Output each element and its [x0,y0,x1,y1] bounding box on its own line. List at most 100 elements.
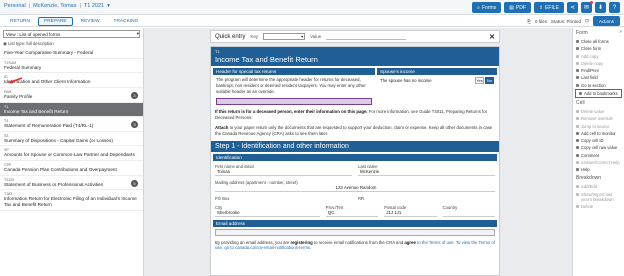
status-label: Status: Printed [550,18,582,24]
list-item[interactable]: T1SUM Federal Summary [0,59,143,74]
form-name: Identification and Other Client Informat… [4,79,91,85]
list-item[interactable]: FAM Family Profile 3 [0,88,143,103]
list-item[interactable]: T183 Information Return for Electronic F… [0,190,143,211]
tab-review[interactable]: REVIEW [75,17,106,26]
form-name: Five-Year Comparative Summary - Federal [4,50,94,55]
client-name[interactable]: McKenzie, Tomas [33,3,76,9]
forms-button[interactable]: ⌕ Forms [472,2,502,13]
close-icon[interactable]: ✕ [489,33,495,41]
copy-cell-raw-value-item[interactable]: Copy cell raw value [573,144,624,151]
help-item[interactable]: Help [573,166,624,173]
form-name: Family Profile [4,93,33,99]
spouse-income-box: Spouse's income The spouse has no income… [377,68,497,107]
postal-code-field[interactable]: J1J 1J1 [384,210,437,217]
breadcrumb-separator: | [28,3,31,9]
add-copy-item[interactable]: Add copy [573,53,624,60]
identification-heading: Identification [213,153,497,161]
list-item[interactable]: T2125 Statement of Business or Professio… [0,176,143,191]
download-icon[interactable]: ⬇ [595,2,606,13]
list-item[interactable]: Five-Year Comparative Summary - Federal [0,48,143,59]
chevron-down-icon: ▾ [136,31,139,36]
view-select[interactable]: View : List of opened forms ▾ [3,30,140,38]
return-selector[interactable]: T1 2021 [84,3,104,9]
copy-cell-id-item[interactable]: Copy cell ID [573,137,624,144]
email-input[interactable] [215,228,495,236]
files-count[interactable]: 0 files [535,19,547,24]
list-item[interactable]: S3 Summary of Dispositions - Capital Gai… [0,132,143,147]
find-prev-item[interactable]: Find/Prev [573,67,624,74]
jump-to-source-item[interactable]: Jump to source [573,123,624,130]
tab-prepare[interactable]: PREPARE [38,17,73,26]
help-icon[interactable]: ? [609,2,620,13]
answer-correct-help-item[interactable]: Answer/Correct Help [573,159,624,166]
quick-entry-bar: Quick entry Key ▾ Value ✕ [210,30,500,43]
key-select[interactable]: ▾ [263,33,306,40]
first-name-field[interactable]: Tomas [215,169,352,176]
header-override-input[interactable] [216,98,372,106]
close-all-forms-item[interactable]: Close all forms [573,38,624,45]
value-input[interactable] [326,33,407,40]
province-field[interactable]: QC [325,210,379,217]
key-label: Key [250,34,259,39]
no-option[interactable]: No [485,77,494,84]
close-form-item[interactable]: Close form [573,45,624,52]
header-section: Header for special tax returns The progr… [213,68,497,107]
yes-option[interactable]: Yes [475,77,484,84]
special-header-box: Header for special tax returns The progr… [213,68,375,107]
top-actions: ⌕ Forms ▤ PDF ⇪ EFILE ⋖ ✉ ⬇ ? [472,1,620,13]
province-label: Prov./Terr. [325,204,345,210]
go-to-section-item[interactable]: Go to section [573,82,624,89]
section-heading: Spouse's income [377,68,497,75]
mailing-address-field[interactable]: 123 Avenue Random [215,185,495,192]
actions-button[interactable]: Actions [592,16,620,26]
add-edit-item[interactable]: Add/Edit [573,183,624,190]
tabs-row: RETURN PREPARE REVIEW TRACKING ⎘ 0 files… [0,15,624,27]
postal-code-label: Postal code [384,204,407,210]
step-1-heading: Step 1 - Identification and other inform… [211,140,499,152]
list-item-selected[interactable]: T1 Income Tax and Benefit Return [0,102,143,118]
form-section-heading: Form [576,30,588,36]
list-type-toggle[interactable]: ◉ List type: full description [0,40,143,48]
delete-value-item[interactable]: Delete value [573,108,624,115]
red-arrow-annotation [8,77,23,84]
comment-item[interactable]: Comment [573,152,624,159]
form-name: Amounts for Spouse or Common-Law Partner… [4,152,135,158]
email-terms-note: By providing an email address, you are r… [215,239,495,251]
last-field-item[interactable]: Last field [573,74,624,81]
bookmark-highlight: Add to bookmarks [575,88,622,98]
collapse-icon[interactable]: » [619,29,622,35]
show-import-breakdown-item[interactable]: Show/Import last year's breakdown [573,191,624,204]
notification-icon[interactable]: ✉ [581,1,593,13]
toggle-icon: ◉ [3,41,7,46]
delete-breakdown-item[interactable]: Delete [573,203,624,210]
rr-label: RR [358,195,365,201]
remove-override-item[interactable]: Remove override [573,115,624,122]
efile-button[interactable]: ⇪ EFILE [533,2,564,13]
client-type[interactable]: Personal [4,3,26,9]
cell-section-heading: Cell [576,100,585,106]
add-to-bookmarks-item[interactable]: Add to bookmarks [576,90,621,97]
country-field[interactable] [442,210,495,217]
tab-return[interactable]: RETURN [4,17,36,26]
attachment-icon[interactable]: ⎘ [527,19,531,24]
main-workspace: Quick entry Key ▾ Value ✕ T1 Income Tax … [144,28,572,276]
add-cell-to-monitor-item[interactable]: Add cell to monitor [573,130,624,137]
list-item[interactable]: T4 Statement of Remuneration Paid (T4/RL… [0,117,143,132]
city-field[interactable]: Sherbrooke [215,210,320,217]
share-icon[interactable]: ⋖ [567,2,578,13]
search-icon: ⌕ [477,4,480,11]
section-text: The program will determine the appropria… [216,77,366,94]
delete-copy-item[interactable]: Delete copy [573,60,624,67]
list-item[interactable]: CPP Canada Pension Plan Contributions an… [0,161,143,176]
pdf-button[interactable]: ▤ PDF [504,2,531,13]
form-header: T1 Income Tax and Benefit Return [211,47,499,66]
po-box-label: PO Box [215,195,230,201]
chevron-down-icon[interactable]: ▾ [107,3,110,9]
list-item[interactable]: SP Amounts for Spouse or Common-Law Part… [0,146,143,162]
t1-form-panel: T1 Income Tax and Benefit Return Header … [210,46,500,276]
lock-icon[interactable]: ⊡ [585,18,589,24]
last-name-field[interactable]: McKenzie [358,169,495,176]
breadcrumb-separator: | [79,3,81,9]
tab-tracking[interactable]: TRACKING [108,17,145,26]
spouse-no-income-row: The spouse has no income Yes No [380,77,494,84]
